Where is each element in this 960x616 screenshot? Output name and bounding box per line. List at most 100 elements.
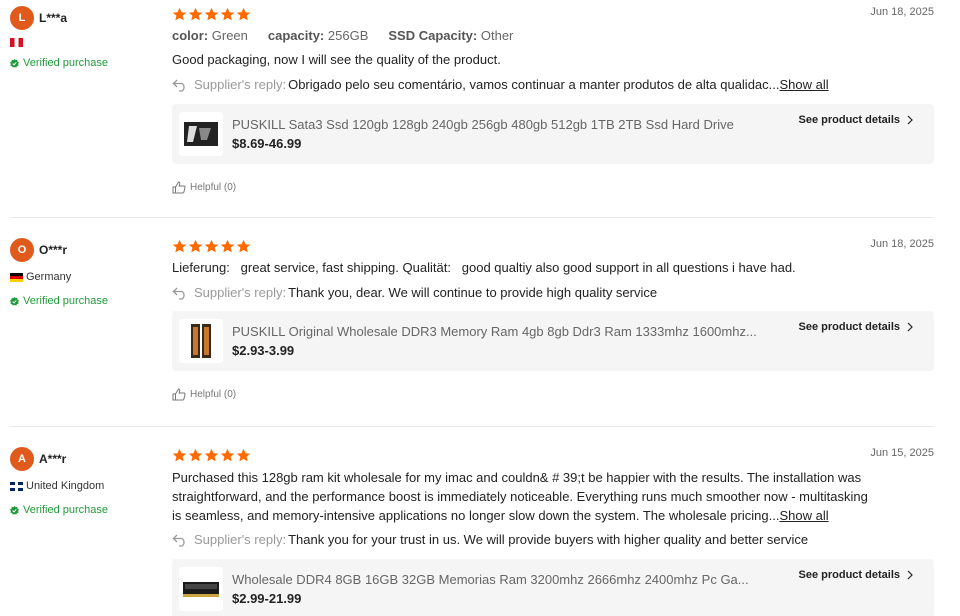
- supplier-reply-label: Supplier's reply:: [194, 77, 287, 92]
- reviewer-country: [10, 35, 160, 49]
- verified-check-icon: [10, 296, 19, 306]
- star-icon: [188, 7, 203, 20]
- star-icon: [220, 448, 235, 461]
- avatar: L: [10, 6, 34, 30]
- review-content: Jun 18, 2025 color: Green capacity: 256G…: [172, 6, 934, 194]
- product-title[interactable]: PUSKILL Sata3 Ssd 120gb 128gb 240gb 256g…: [232, 117, 782, 132]
- helpful-label: Helpful (0): [190, 388, 237, 400]
- reply-arrow-icon: [172, 79, 185, 92]
- product-card[interactable]: PUSKILL Sata3 Ssd 120gb 128gb 240gb 256g…: [172, 104, 934, 164]
- verified-check-icon: [10, 505, 19, 515]
- star-icon: [188, 448, 203, 461]
- star-icon: [236, 239, 251, 252]
- review-content: Jun 15, 2025 Purchased this 128gb ram ki…: [172, 447, 934, 616]
- review-date: Jun 18, 2025: [870, 238, 934, 250]
- review-text: Lieferung: great service, fast shipping.…: [172, 260, 796, 275]
- ssd-thumbnail-icon: [179, 112, 223, 156]
- review-text-line: straightforward, and the performance boo…: [172, 489, 868, 504]
- see-product-details-link[interactable]: See product details: [799, 321, 914, 333]
- ram-thumbnail-icon: [179, 319, 223, 363]
- see-product-details-link[interactable]: See product details: [799, 569, 914, 581]
- reviewer-country: Germany: [10, 270, 160, 284]
- supplier-reply: Supplier's reply: Thank you, dear. We wi…: [172, 283, 934, 302]
- helpful-button[interactable]: Helpful (0): [172, 180, 934, 194]
- product-title[interactable]: Wholesale DDR4 8GB 16GB 32GB Memorias Ra…: [232, 572, 782, 587]
- show-all-link[interactable]: Show all: [780, 77, 829, 92]
- star-icon: [220, 7, 235, 20]
- review-content: Jun 18, 2025 Lieferung: great service, f…: [172, 238, 934, 401]
- sku-attributes: color: Green capacity: 256GB SSD Capacit…: [172, 25, 934, 45]
- product-price: $2.93-3.99: [232, 343, 295, 358]
- thumbs-up-icon: [172, 387, 186, 400]
- verified-purchase-badge: Verified purchase: [10, 57, 160, 69]
- helpful-label: Helpful (0): [190, 181, 237, 193]
- review-text: Purchased this 128gb ram kit wholesale f…: [172, 468, 934, 525]
- star-icon: [204, 239, 219, 252]
- ram-stick-thumbnail-icon: [179, 567, 223, 611]
- star-rating: [172, 238, 934, 254]
- reviewer-name: L***a: [39, 11, 68, 25]
- attr-capacity: capacity: 256GB: [267, 27, 369, 43]
- helpful-button[interactable]: Helpful (0): [172, 387, 934, 401]
- review-text: Good packaging, now I will see the quali…: [172, 52, 501, 67]
- reviewer-info: L L***a Verified purchase: [10, 6, 160, 69]
- review-text-line: is seamless, and memory-intensive applic…: [172, 506, 934, 525]
- reply-arrow-icon: [172, 534, 185, 547]
- supplier-reply: Supplier's reply: Thank you for your tru…: [172, 530, 934, 549]
- see-product-details-link[interactable]: See product details: [799, 114, 914, 126]
- germany-flag-icon: [10, 272, 23, 282]
- verified-label: Verified purchase: [23, 295, 108, 307]
- country-name: United Kingdom: [26, 480, 105, 492]
- review-divider: [10, 217, 934, 218]
- star-icon: [204, 448, 219, 461]
- star-rating: [172, 6, 934, 22]
- see-details-label: See product details: [798, 569, 900, 581]
- star-rating: [172, 447, 934, 463]
- supplier-reply-label: Supplier's reply:: [194, 532, 287, 547]
- star-icon: [236, 7, 251, 20]
- chevron-right-icon: [907, 570, 913, 580]
- country-name: Germany: [26, 271, 72, 283]
- peru-flag-icon: [10, 37, 23, 47]
- verified-label: Verified purchase: [23, 504, 108, 516]
- reviewer-info: A A***r United Kingdom Verified purchase: [10, 447, 160, 516]
- avatar: O: [10, 238, 34, 262]
- review-text-line-last: is seamless, and memory-intensive applic…: [172, 508, 780, 523]
- star-icon: [188, 239, 203, 252]
- avatar: A: [10, 447, 34, 471]
- chevron-right-icon: [907, 322, 913, 332]
- see-details-label: See product details: [798, 114, 900, 126]
- star-icon: [172, 448, 187, 461]
- star-icon: [172, 7, 187, 20]
- review-text-line: Purchased this 128gb ram kit wholesale f…: [172, 470, 862, 485]
- attr-color: color: Green: [172, 27, 248, 43]
- star-icon: [236, 448, 251, 461]
- star-icon: [220, 239, 235, 252]
- product-card[interactable]: PUSKILL Original Wholesale DDR3 Memory R…: [172, 311, 934, 371]
- thumbs-up-icon: [172, 180, 186, 193]
- verified-check-icon: [10, 58, 19, 68]
- supplier-reply-text: Thank you for your trust in us. We will …: [288, 532, 809, 547]
- review-date: Jun 18, 2025: [870, 6, 934, 18]
- review-date: Jun 15, 2025: [870, 447, 934, 459]
- product-price: $8.69-46.99: [232, 136, 302, 151]
- star-icon: [204, 7, 219, 20]
- supplier-reply-label: Supplier's reply:: [194, 285, 287, 300]
- supplier-reply: Supplier's reply: Obrigado pelo seu come…: [172, 75, 934, 94]
- star-icon: [172, 239, 187, 252]
- uk-flag-icon: [10, 481, 23, 491]
- show-all-link[interactable]: Show all: [779, 508, 828, 523]
- verified-label: Verified purchase: [23, 57, 108, 69]
- reviewer-name: A***r: [39, 452, 67, 466]
- attr-ssd-capacity: SSD Capacity: Other: [388, 27, 514, 43]
- reply-arrow-icon: [172, 287, 185, 300]
- verified-purchase-badge: Verified purchase: [10, 295, 160, 307]
- product-card[interactable]: Wholesale DDR4 8GB 16GB 32GB Memorias Ra…: [172, 559, 934, 616]
- see-details-label: See product details: [798, 321, 900, 333]
- product-price: $2.99-21.99: [232, 591, 302, 606]
- chevron-right-icon: [907, 115, 913, 125]
- reviewer-country: United Kingdom: [10, 479, 160, 493]
- reviewer-name: O***r: [39, 243, 68, 257]
- verified-purchase-badge: Verified purchase: [10, 504, 160, 516]
- product-title[interactable]: PUSKILL Original Wholesale DDR3 Memory R…: [232, 324, 782, 339]
